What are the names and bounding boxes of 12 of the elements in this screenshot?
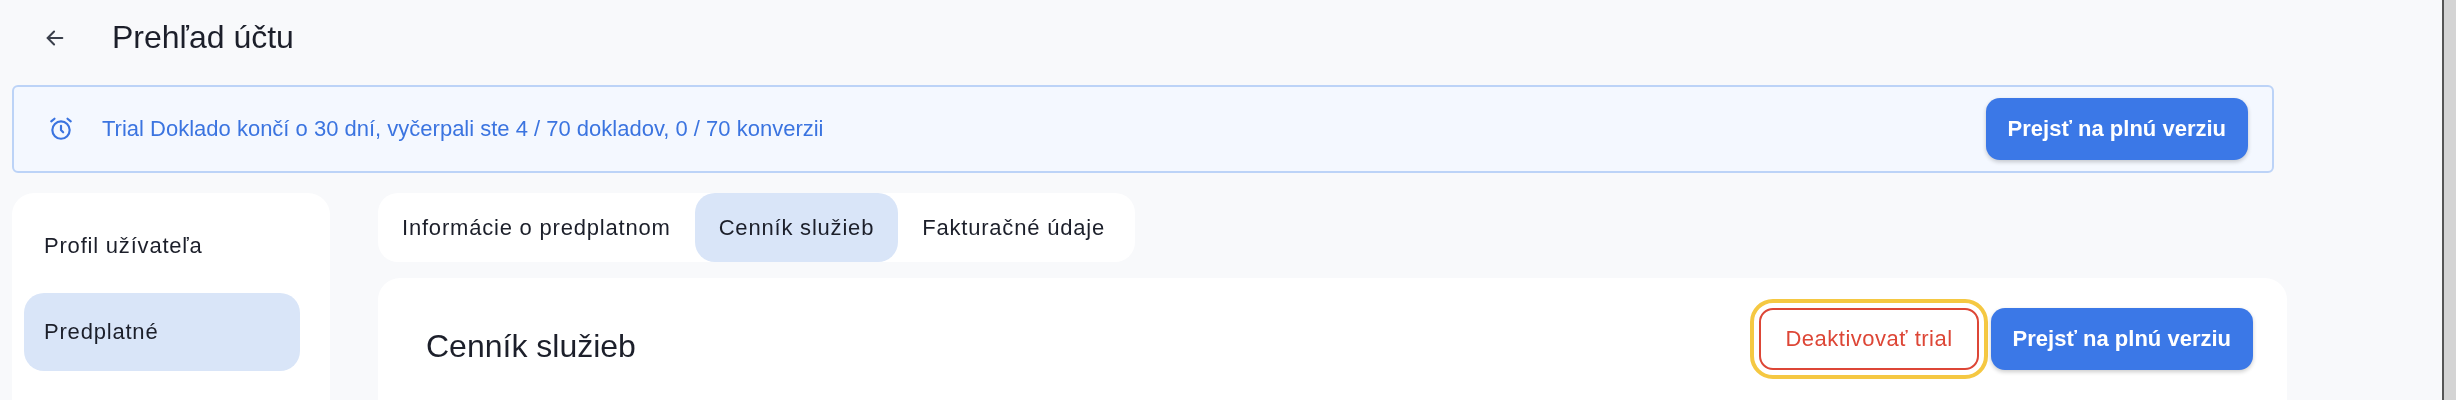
sidebar-item[interactable]: Predplatné xyxy=(24,293,300,371)
tab[interactable]: Cenník služieb xyxy=(694,193,899,262)
sidebar-item[interactable]: Profil užívateľa xyxy=(24,207,300,285)
upgrade-button[interactable]: Prejsť na plnú verziu xyxy=(1985,98,2248,160)
tab[interactable]: Informácie o predplatnom xyxy=(378,193,695,262)
card-title: Cenník služieb xyxy=(426,326,637,365)
trial-message: Trial Doklado končí o 30 dní, vyčerpali ste 4 / 70 dokladov, 0 / 70 konverzii xyxy=(102,116,825,142)
alarm-clock-icon xyxy=(48,116,74,142)
page-title: Prehľad účtu xyxy=(112,19,294,56)
tab[interactable]: Fakturačné údaje xyxy=(898,193,1129,262)
upgrade-button[interactable]: Prejsť na plnú verziu xyxy=(1990,308,2253,370)
scrollbar[interactable] xyxy=(2442,0,2456,400)
